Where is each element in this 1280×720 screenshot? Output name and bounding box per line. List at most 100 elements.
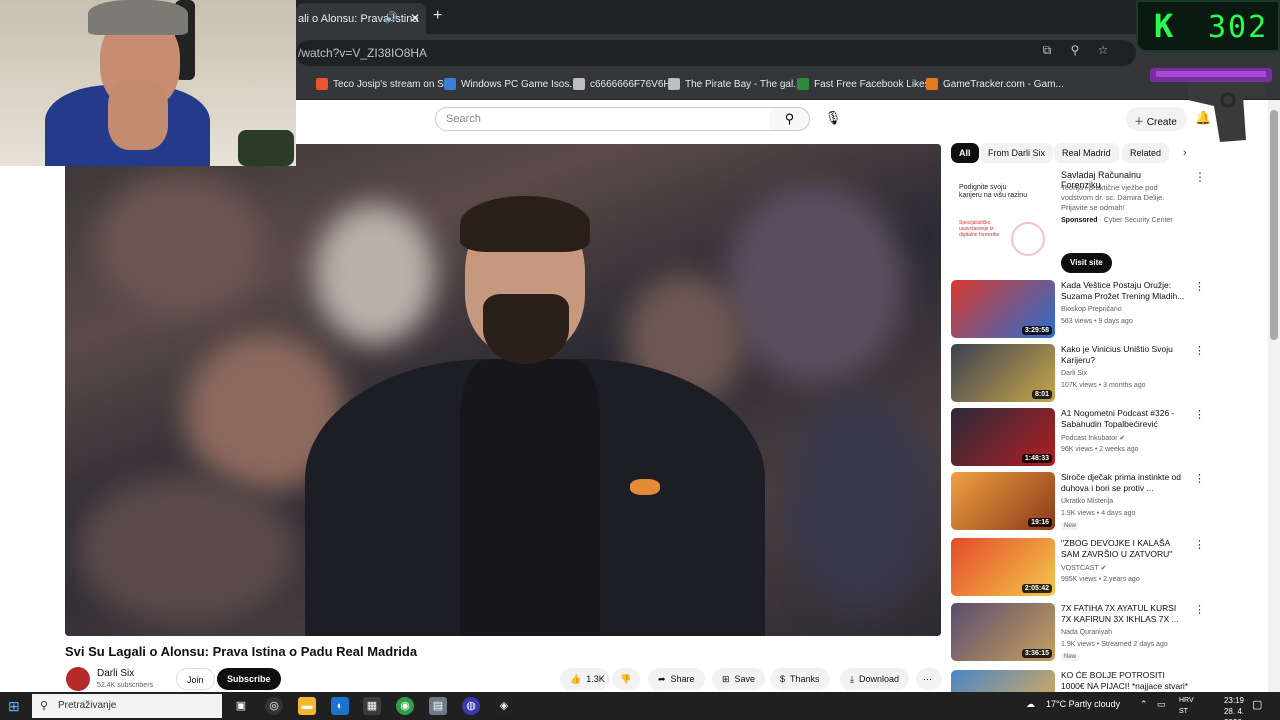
suggested-title[interactable]: Kako je Vinicius Uništio Svoju Karijeru? (1061, 344, 1189, 366)
system-clock[interactable]: 23:1928. 4. 2026. (1204, 695, 1244, 720)
suggested-title[interactable]: Siroče dječak prima instinkte od duhova … (1061, 472, 1189, 494)
suggested-video[interactable]: KO ĆE BOLJE POTROSITI 1000€ NA PIJACI! *… (951, 670, 1196, 692)
suggested-channel[interactable]: Ukratko Misterija (1061, 498, 1113, 505)
subscriber-count: 52.4K subscribers (97, 682, 154, 689)
file-explorer-icon[interactable]: ▬ (298, 697, 316, 715)
scrollbar-thumb[interactable] (1270, 110, 1278, 340)
speaker-icon[interactable]: 🔊 (384, 11, 398, 24)
bookmark-star-icon[interactable]: ☆ (1096, 43, 1110, 58)
suggested-video[interactable]: 2:05:42 "ZBOG DEVOJKE I KALAŠA SAM ZAVRŠ… (951, 538, 1205, 598)
share-icon: ➦ (658, 674, 666, 684)
suggested-meta: 995K views • 2 years ago (1061, 576, 1140, 583)
bookmark-item[interactable]: GameTracker.com - Gam... (926, 78, 1064, 90)
more-actions-button[interactable]: ⋯ (916, 668, 942, 690)
more-vertical-icon[interactable]: ⋮ (1194, 280, 1205, 293)
store-icon[interactable]: ▦ (363, 697, 381, 715)
save-button[interactable]: ⊞ Save (712, 668, 766, 690)
bookmark-item[interactable]: Fast Free Facebook Likes... (797, 78, 938, 90)
active-tab[interactable]: ali o Alonsu: Prava Istina 🔊 ✕ (296, 3, 426, 34)
bookmark-item[interactable]: Windows PC Game Isos... (444, 78, 578, 90)
counter-letter: K (1154, 7, 1174, 45)
voice-search-button[interactable]: 🎙 (822, 107, 844, 131)
suggested-video[interactable]: 19:16 Siroče dječak prima instinkte od d… (951, 472, 1205, 532)
share-button[interactable]: ➦ Share (648, 668, 705, 690)
search-input[interactable]: Search (435, 107, 771, 131)
more-vertical-icon[interactable]: ⋮ (1194, 538, 1205, 551)
app-icon[interactable]: ◍ (462, 697, 480, 715)
page-scrollbar[interactable] (1268, 100, 1280, 692)
ad-thumbnail[interactable]: Podignite svoju karijeru na višu razinu … (951, 170, 1055, 260)
notifications-icon[interactable]: ▢ (1252, 698, 1262, 711)
chip-from-channel[interactable]: From Darli Six (980, 143, 1054, 163)
zoom-icon[interactable]: ⚲ (1068, 43, 1082, 58)
suggested-channel[interactable]: Bioskop Prepričano (1061, 306, 1122, 313)
windows-start-icon[interactable]: ⊞ (8, 698, 20, 715)
install-app-icon[interactable]: ⧉ (1040, 43, 1054, 58)
suggested-channel[interactable]: Nada Quraniyah (1061, 629, 1112, 636)
video-thumbnail[interactable]: 3:29:58 (951, 280, 1055, 338)
chip-real-madrid[interactable]: Real Madrid (1054, 143, 1119, 163)
app-icon[interactable]: ◎ (265, 697, 283, 715)
task-view-icon[interactable]: ▣ (232, 697, 250, 715)
plus-icon: ＋ (1134, 117, 1147, 128)
like-button[interactable]: 👍 1.3K (560, 668, 610, 690)
video-player[interactable] (65, 144, 941, 636)
channel-avatar[interactable] (66, 667, 90, 691)
url-field[interactable]: /watch?v=V_ZI38IO8HA (296, 40, 1136, 66)
weather-text[interactable]: 17°C Partly cloudy (1046, 699, 1120, 709)
suggested-channel[interactable]: Darli Six (1061, 370, 1087, 377)
edge-icon[interactable]: ◐ (331, 697, 349, 715)
more-vertical-icon[interactable]: ⋮ (1194, 670, 1196, 683)
download-button[interactable]: ⤓ Download (840, 668, 910, 690)
suggested-video[interactable]: 1:48:33 A1 Nogometni Podcast #326 - Saba… (951, 408, 1205, 468)
video-thumbnail[interactable]: 1:48:33 (951, 408, 1055, 466)
obs-icon[interactable]: ◈ (495, 697, 513, 715)
more-vertical-icon[interactable]: ⋮ (1194, 472, 1205, 485)
webcam-bag (238, 130, 294, 166)
suggested-title[interactable]: KO ĆE BOLJE POTROSITI 1000€ NA PIJACI! *… (1061, 670, 1189, 692)
webcam-streamer-cap (88, 0, 188, 35)
suggested-video[interactable]: 3:36:15 7X FATIHA 7X AYATUL KURSI 7X KAF… (951, 603, 1205, 663)
suggested-title[interactable]: "ZBOG DEVOJKE I KALAŠA SAM ZAVRŠIO U ZAT… (1061, 538, 1189, 560)
video-thumbnail[interactable]: 2:05:42 (951, 538, 1055, 596)
chip-all[interactable]: All (951, 143, 979, 163)
ad-menu-icon[interactable]: ⋮ (1194, 170, 1206, 184)
windows-taskbar: ⊞ ⚲ Pretraživanje ▣ ◎ ▬ ◐ ▦ ◉ ▤ ◍ ◈ ☁ 17… (0, 692, 1280, 720)
suggested-channel[interactable]: Podcast Inkubator ✔ (1061, 434, 1125, 442)
chrome-icon[interactable]: ◉ (396, 697, 414, 715)
join-button[interactable]: Join (176, 668, 215, 690)
video-thumbnail[interactable]: 19:16 (951, 472, 1055, 530)
app-icon[interactable]: ▤ (429, 697, 447, 715)
weather-icon[interactable]: ☁ (1026, 699, 1035, 710)
input-language[interactable]: HRV ST (1179, 695, 1194, 717)
network-icon[interactable]: ▭ (1157, 699, 1166, 710)
suggested-title[interactable]: Kada Veštice Postaju Oružje: Suzama Prož… (1061, 280, 1189, 302)
suggested-title[interactable]: A1 Nogometni Podcast #326 - Sabahudin To… (1061, 408, 1189, 430)
suggested-video[interactable]: 8:01 Kako je Vinicius Uništio Svoju Kari… (951, 344, 1205, 404)
suggested-channel[interactable]: VOSTCAST ✔ (1061, 564, 1106, 572)
video-thumbnail[interactable]: 3:36:15 (951, 603, 1055, 661)
close-tab-icon[interactable]: ✕ (410, 11, 420, 25)
bookmark-item[interactable]: Teco Josip's stream on S... (316, 78, 452, 90)
chip-related[interactable]: Related (1122, 143, 1170, 163)
bookmark-item[interactable]: The Pirate Bay - The gal... (668, 78, 802, 90)
taskbar-search-input[interactable]: ⚲ Pretraživanje (32, 694, 222, 718)
video-thumbnail[interactable]: 8:01 (951, 344, 1055, 402)
video-thumbnail[interactable] (951, 670, 1055, 692)
subscribe-button[interactable]: Subscribe (217, 668, 281, 690)
more-vertical-icon[interactable]: ⋮ (1194, 408, 1205, 421)
thanks-button[interactable]: $ Thanks (770, 668, 830, 690)
channel-name[interactable]: Darli Six (97, 668, 134, 679)
suggested-title[interactable]: 7X FATIHA 7X AYATUL KURSI 7X KAFIRUN 3X … (1061, 603, 1189, 625)
suggested-video[interactable]: 3:29:58 Kada Veštice Postaju Oružje: Suz… (951, 280, 1205, 340)
bookmark-item[interactable]: c6666666F76V6H (573, 78, 671, 90)
more-vertical-icon[interactable]: ⋮ (1194, 603, 1205, 616)
dislike-button[interactable]: 👎 (612, 668, 640, 690)
search-button[interactable]: ⚲ (770, 107, 810, 131)
tray-expand-icon[interactable]: ⌃ (1140, 699, 1148, 710)
chevron-right-icon[interactable]: › (1183, 147, 1187, 159)
visit-site-button[interactable]: Visit site (1061, 253, 1112, 273)
ad-thumbnail-headline: Podignite svoju karijeru na višu razinu (959, 184, 1028, 199)
more-vertical-icon[interactable]: ⋮ (1194, 344, 1205, 357)
new-tab-icon[interactable]: + (433, 7, 442, 25)
